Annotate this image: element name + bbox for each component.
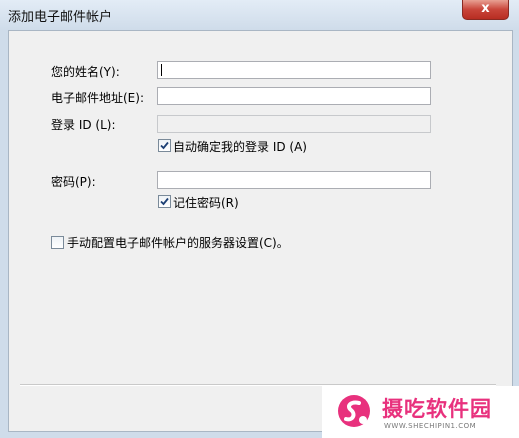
auto-login-label[interactable]: 自动确定我的登录 ID (A)	[173, 138, 307, 155]
login-id-field	[157, 115, 431, 133]
remember-password-label[interactable]: 记住密码(R)	[173, 194, 239, 211]
manual-config-checkbox[interactable]	[51, 236, 64, 249]
manual-config-label[interactable]: 手动配置电子邮件帐户的服务器设置(C)。	[67, 234, 289, 251]
remember-password-checkbox[interactable]	[158, 195, 171, 208]
watermark-logo	[338, 395, 370, 427]
checkmark-icon	[160, 197, 169, 206]
title-bar[interactable]: 添加电子邮件帐户 x	[0, 0, 519, 30]
window-title: 添加电子邮件帐户	[8, 10, 113, 25]
close-icon: x	[481, 1, 490, 16]
text-caret	[161, 64, 162, 76]
close-button[interactable]: x	[462, 0, 509, 20]
email-label: 电子邮件地址(E):	[51, 91, 144, 105]
auto-login-checkbox[interactable]	[158, 139, 171, 152]
checkmark-icon	[160, 141, 169, 150]
name-field[interactable]	[157, 61, 431, 79]
name-label: 您的姓名(Y):	[51, 65, 120, 79]
password-label: 密码(P):	[51, 175, 96, 189]
watermark: 摄吃软件园 WWW.SHECHIPIN1.COM	[322, 386, 519, 438]
password-field[interactable]	[157, 171, 431, 189]
dialog-body: 您的姓名(Y): 电子邮件地址(E): 登录 ID (L): 自动确定我的登录 …	[8, 30, 513, 432]
login-id-label: 登录 ID (L):	[51, 118, 116, 132]
add-email-account-dialog: 添加电子邮件帐户 x 您的姓名(Y): 电子邮件地址(E): 登录 ID (L)…	[0, 0, 519, 438]
email-field[interactable]	[157, 87, 431, 105]
watermark-text: 摄吃软件园	[382, 397, 492, 421]
watermark-url: WWW.SHECHIPIN1.COM	[384, 422, 477, 430]
